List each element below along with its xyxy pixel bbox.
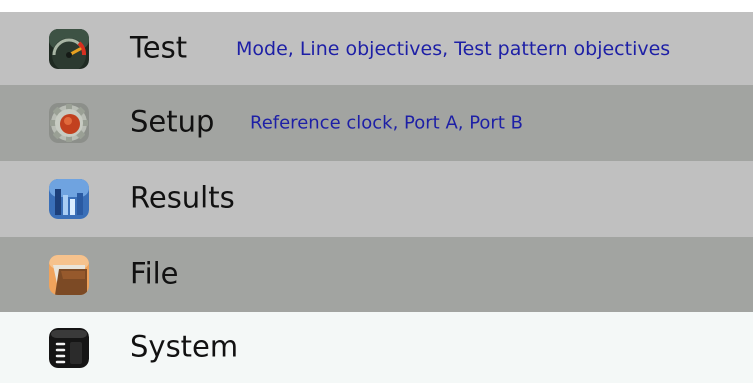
menu-item-test[interactable]: Test Mode, Line objectives, Test pattern… bbox=[0, 12, 753, 85]
menu-item-subtitle: Mode, Line objectives, Test pattern obje… bbox=[236, 37, 671, 60]
menu-item-label: File bbox=[130, 256, 179, 291]
menu-item-subtitle: Reference clock, Port A, Port B bbox=[250, 112, 523, 134]
menu-item-label: Setup bbox=[130, 104, 215, 139]
folder-icon bbox=[49, 254, 89, 295]
menu-item-label: Results bbox=[130, 180, 235, 215]
menu-item-results[interactable]: Results bbox=[0, 161, 753, 237]
menu-item-system[interactable]: System bbox=[0, 312, 753, 383]
main-menu: Test Mode, Line objectives, Test pattern… bbox=[0, 12, 753, 383]
menu-item-label: System bbox=[130, 329, 239, 364]
gear-icon bbox=[49, 103, 89, 143]
system-icon bbox=[49, 327, 89, 368]
menu-item-setup[interactable]: Setup Reference clock, Port A, Port B bbox=[0, 85, 753, 161]
menu-item-label: Test bbox=[130, 30, 188, 65]
gauge-icon bbox=[49, 28, 89, 69]
bar-chart-icon bbox=[49, 179, 89, 219]
menu-item-file[interactable]: File bbox=[0, 237, 753, 312]
